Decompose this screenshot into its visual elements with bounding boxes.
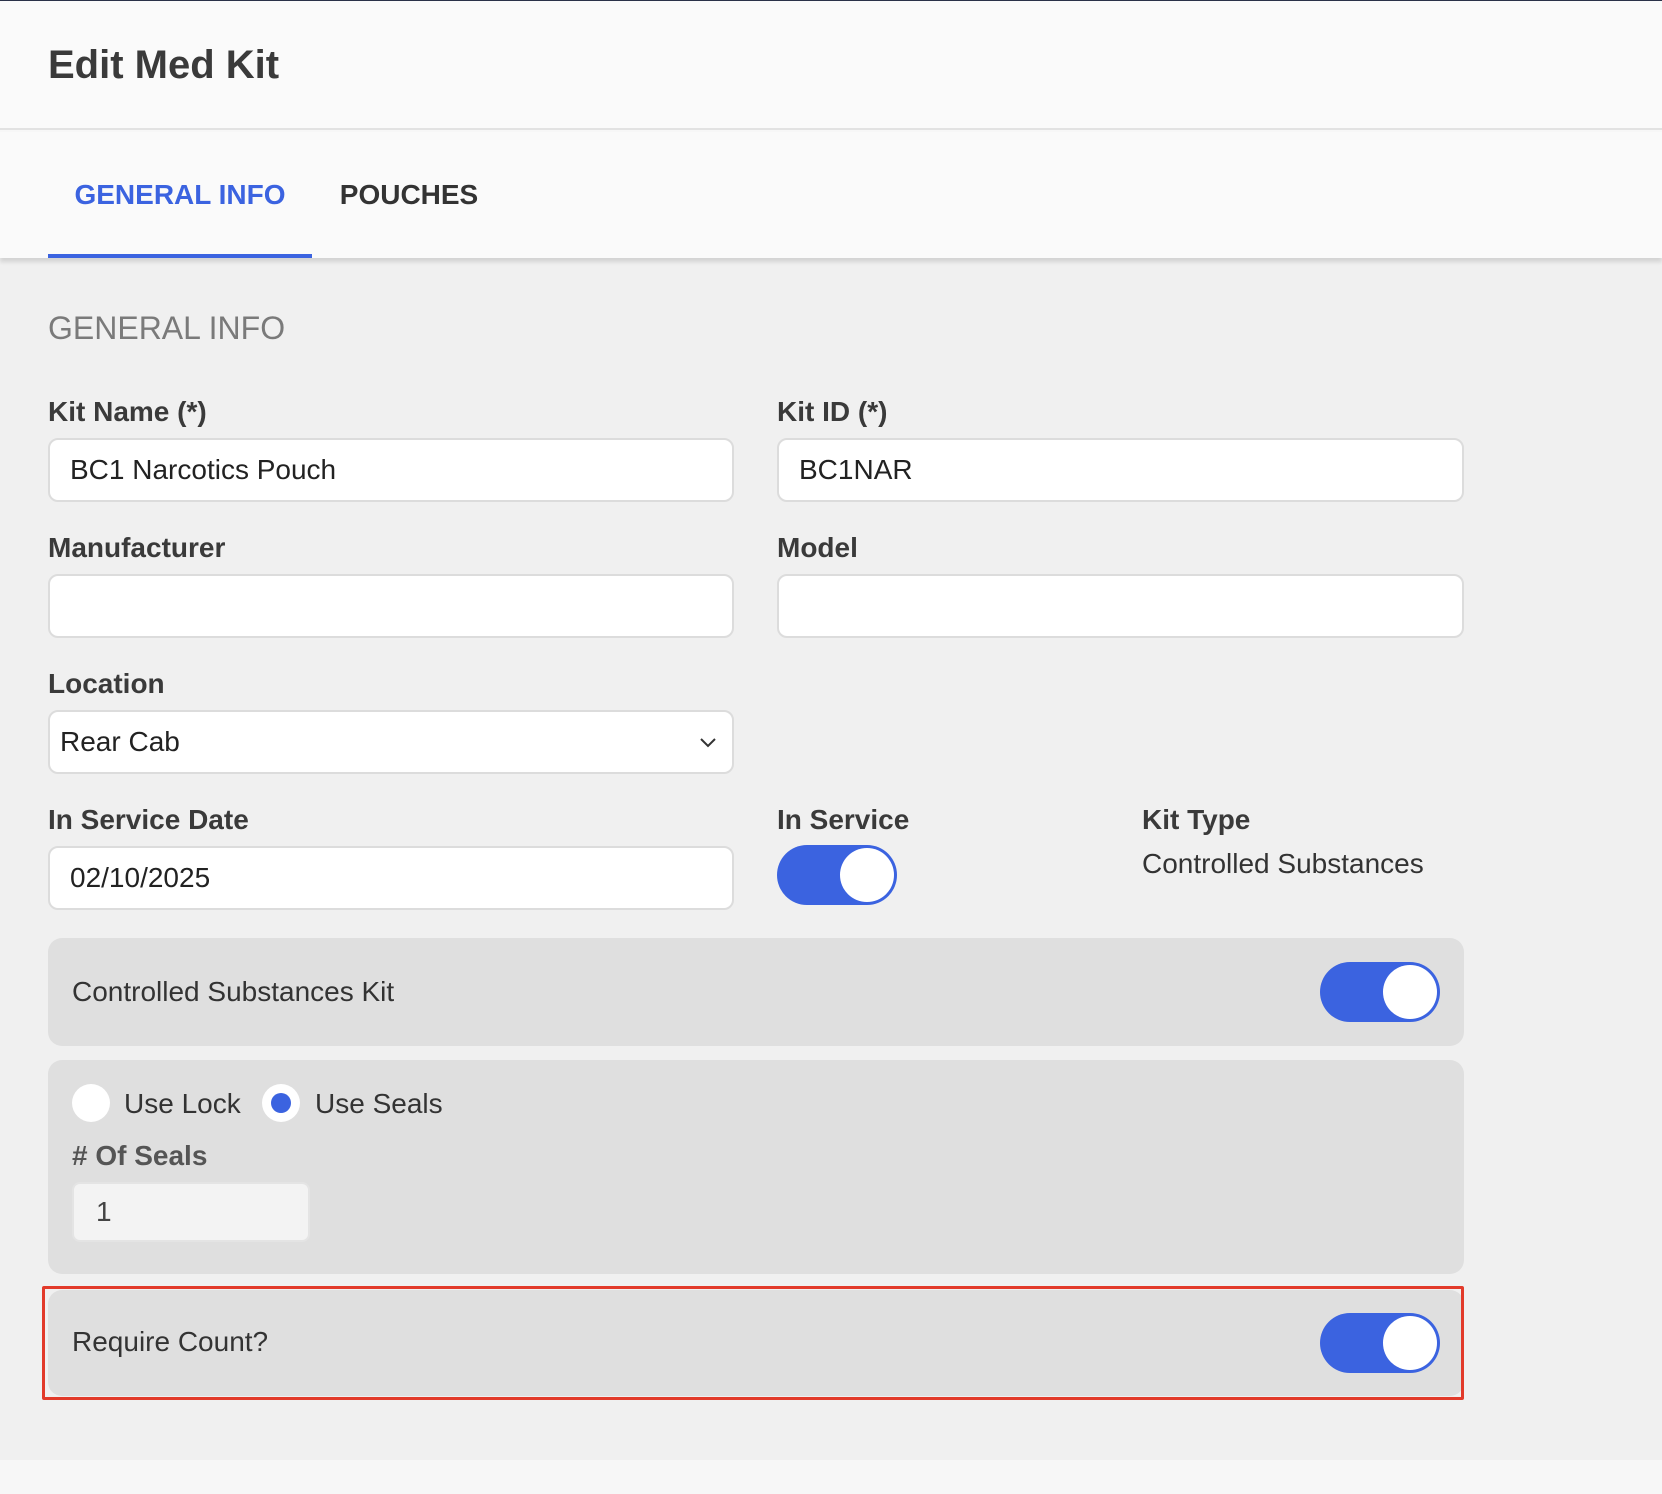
page-header: Edit Med Kit xyxy=(0,0,1662,130)
use-seals-radio[interactable] xyxy=(262,1084,300,1122)
kit-id-input[interactable]: BC1NAR xyxy=(777,438,1464,502)
model-label: Model xyxy=(777,532,858,563)
edit-med-kit-page: Edit Med Kit GENERAL INFO POUCHES GENERA… xyxy=(0,0,1662,1494)
require-count-panel: Require Count? xyxy=(48,1290,1464,1396)
page-footer-strip xyxy=(0,1460,1662,1494)
page-title: Edit Med Kit xyxy=(48,43,280,87)
use-lock-radio[interactable] xyxy=(72,1084,110,1122)
toggle-knob xyxy=(1383,965,1437,1019)
section-title: GENERAL INFO xyxy=(48,310,286,346)
in-service-date-label: In Service Date xyxy=(48,804,249,835)
active-tab-indicator xyxy=(48,254,312,258)
location-label: Location xyxy=(48,668,165,699)
num-seals-label: # Of Seals xyxy=(72,1140,208,1171)
controlled-substances-label: Controlled Substances Kit xyxy=(72,976,395,1007)
use-lock-label: Use Lock xyxy=(124,1088,241,1119)
require-count-label: Require Count? xyxy=(72,1326,269,1357)
tab-general-info[interactable]: GENERAL INFO xyxy=(48,132,312,258)
tab-bar: GENERAL INFO POUCHES xyxy=(0,132,1662,258)
model-input[interactable] xyxy=(777,574,1464,638)
in-service-date-input[interactable]: 02/10/2025 xyxy=(48,846,734,910)
location-select[interactable]: Rear Cab xyxy=(48,710,734,774)
use-seals-label: Use Seals xyxy=(315,1088,443,1119)
kit-type-value: Controlled Substances xyxy=(1142,848,1424,879)
toggle-knob xyxy=(1383,1316,1437,1370)
require-count-toggle[interactable] xyxy=(1320,1313,1440,1373)
kit-type-label: Kit Type xyxy=(1142,804,1251,835)
in-service-toggle[interactable] xyxy=(777,845,897,905)
chevron-down-icon xyxy=(700,738,716,748)
controlled-substances-panel: Controlled Substances Kit xyxy=(48,938,1464,1046)
num-seals-input[interactable]: 1 xyxy=(72,1182,310,1242)
kit-name-input[interactable]: BC1 Narcotics Pouch xyxy=(48,438,734,502)
security-panel: Use Lock Use Seals # Of Seals 1 xyxy=(48,1060,1464,1274)
tab-pouches[interactable]: POUCHES xyxy=(312,132,506,258)
manufacturer-input[interactable] xyxy=(48,574,734,638)
kit-id-label: Kit ID (*) xyxy=(777,396,888,427)
controlled-substances-toggle[interactable] xyxy=(1320,962,1440,1022)
manufacturer-label: Manufacturer xyxy=(48,532,226,563)
toggle-knob xyxy=(840,848,894,902)
location-selected-value: Rear Cab xyxy=(60,726,180,757)
general-info-content: GENERAL INFO Kit Name (*) BC1 Narcotics … xyxy=(0,258,1662,1460)
in-service-label: In Service xyxy=(777,804,910,835)
kit-name-label: Kit Name (*) xyxy=(48,396,207,427)
